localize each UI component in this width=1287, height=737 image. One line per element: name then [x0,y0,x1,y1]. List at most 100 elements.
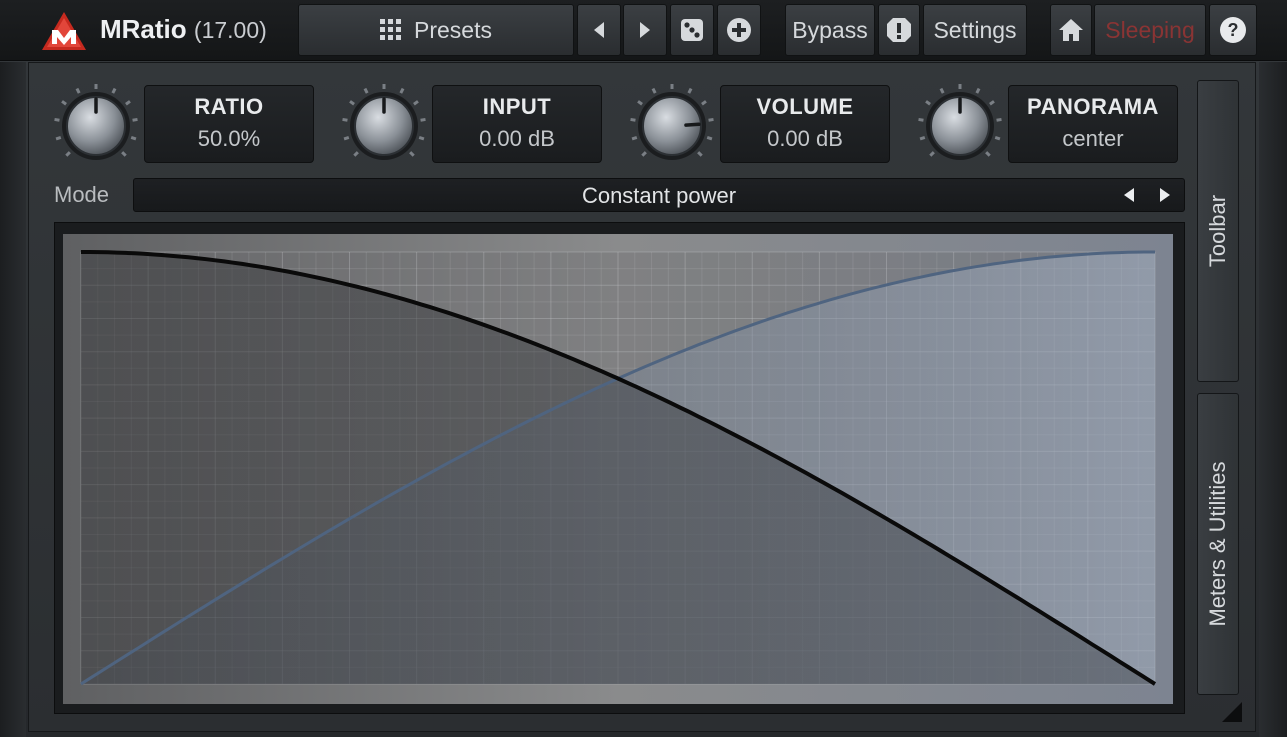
presets-label: Presets [414,16,492,43]
settings-label: Settings [933,16,1017,43]
top-toolbar: MRatio (17.00) Presets Bypass Settings S… [0,0,1287,61]
m-logo-icon[interactable] [40,10,88,52]
svg-text:?: ? [1228,20,1239,40]
toolbar-tab-label: Toolbar [1205,194,1230,268]
knob-tick [996,117,1002,122]
help-button[interactable]: ? [1209,4,1257,56]
bypass-label: Bypass [792,16,868,43]
knob-tick [130,136,137,141]
meters-tab-label: Meters & Utilities [1205,461,1230,627]
knob-tick [111,87,117,94]
ratio-value: 50.0% [197,126,261,151]
input-value: 0.00 dB [479,126,555,151]
left-edge [0,62,26,737]
mode-label: Mode [54,182,110,207]
panorama-value: center [1062,126,1124,151]
volume-value: 0.00 dB [767,126,843,151]
mode-next-arrow-icon [1160,188,1170,202]
mode-next-button[interactable] [1155,185,1175,205]
knob-tick [420,117,426,122]
status-button[interactable]: Sleeping [1094,4,1206,56]
ratio-name: RATIO [194,94,264,119]
volume-name: VOLUME [756,94,854,119]
ratio-display[interactable]: RATIO 50.0% [144,85,314,163]
knob-tick [65,151,71,157]
knob-tick [939,87,945,94]
dice-icon [681,19,703,41]
mode-selector[interactable]: Constant power [133,178,1185,212]
knob-tick [697,151,703,157]
prev-arrow-icon [594,22,604,38]
knob-tick [641,151,647,157]
panorama-display[interactable]: PANORAMA center [1008,85,1178,163]
knob-tick [989,100,995,106]
input-display[interactable]: INPUT 0.00 dB [432,85,602,163]
knob-tick [975,87,981,94]
home-button[interactable] [1050,4,1092,56]
knob-tick [409,151,415,157]
mode-value: Constant power [581,183,737,208]
next-preset-button[interactable] [623,4,667,56]
knob-tick [706,136,713,141]
input-knob[interactable] [340,82,428,170]
grid-icon [380,19,401,40]
knob-tick [413,100,419,106]
alert-button[interactable] [878,4,920,56]
next-arrow-icon [640,22,650,38]
knob-tick [121,151,127,157]
settings-button[interactable]: Settings [923,4,1027,56]
plus-circle-icon [727,18,751,42]
knob-pointer [684,122,701,127]
meters-utilities-tab[interactable]: Meters & Utilities [1197,393,1239,695]
knob-tick [418,136,425,141]
knob-tick [630,117,636,122]
knob-tick [708,117,714,122]
knob-tick [919,136,926,141]
knob-tick [701,100,707,106]
knob-tick [929,151,935,157]
add-preset-button[interactable] [717,4,761,56]
plugin-title: MRatio (17.00) [100,14,267,45]
toolbar-tab[interactable]: Toolbar [1197,80,1239,382]
knob-tick [687,87,693,94]
random-preset-button[interactable] [670,4,714,56]
resize-handle-icon[interactable] [1220,700,1244,724]
knob-tick [363,87,369,94]
knob-tick [55,136,62,141]
volume-knob[interactable] [628,82,716,170]
mode-prev-button[interactable] [1119,185,1139,205]
ratio-graph-svg [63,234,1173,704]
knob-tick [918,117,924,122]
knob-tick [651,87,657,94]
mode-prev-arrow-icon [1124,188,1134,202]
presets-button[interactable]: Presets [298,4,574,56]
knob-tick [925,100,931,106]
knob-tick [342,117,348,122]
prev-preset-button[interactable] [577,4,621,56]
knob-tick [399,87,405,94]
knob-tick [54,117,60,122]
bypass-button[interactable]: Bypass [785,4,875,56]
home-icon [1059,19,1083,41]
panorama-name: PANORAMA [1027,94,1159,119]
knob-tick [631,136,638,141]
alert-icon [887,18,911,42]
help-icon: ? [1220,17,1246,43]
volume-display[interactable]: VOLUME 0.00 dB [720,85,890,163]
knob-tick [61,100,67,106]
ratio-knob[interactable] [52,82,140,170]
panorama-knob[interactable] [916,82,1004,170]
status-label: Sleeping [1105,16,1195,43]
input-name: INPUT [482,94,552,119]
knob-tick [75,87,81,94]
plugin-window: MRatio (17.00) Presets Bypass Settings S… [0,0,1287,737]
knob-tick [125,100,131,106]
plugin-version: (17.00) [193,17,267,43]
knob-tick [349,100,355,106]
plugin-name: MRatio [100,14,187,44]
ratio-graph[interactable] [63,234,1173,704]
knob-tick [343,136,350,141]
knob-tick [353,151,359,157]
knob-tick [985,151,991,157]
knob-tick [994,136,1001,141]
